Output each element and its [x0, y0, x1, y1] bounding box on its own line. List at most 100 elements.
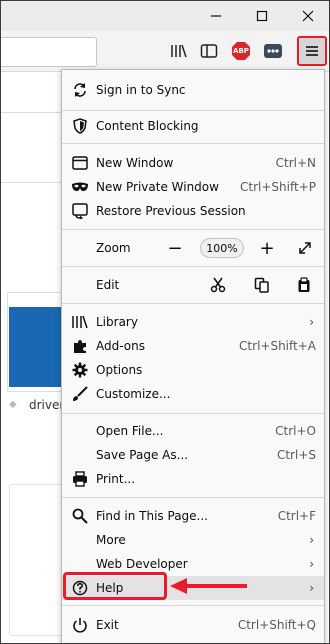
menu-item-edit: Edit [62, 273, 324, 297]
shortcut: Ctrl+F [277, 509, 316, 523]
tile-thumbnail [9, 307, 61, 387]
library-icon [171, 44, 187, 58]
chevron-right-icon: › [309, 533, 314, 547]
menu-label: Library [96, 315, 138, 329]
menu-item-open-file[interactable]: Open File... Ctrl+O [62, 419, 324, 443]
menu-item-more[interactable]: More › [62, 528, 324, 552]
menu-item-print[interactable]: Print... [62, 467, 324, 491]
shortcut: Ctrl+Shift+P [240, 180, 316, 194]
maximize-icon [256, 10, 268, 22]
zoom-reset-button[interactable]: 100% [200, 238, 244, 258]
menu-label: Customize... [96, 387, 171, 401]
menu-label: Add-ons [96, 339, 145, 353]
library-icon [70, 312, 90, 332]
fullscreen-button[interactable] [294, 237, 316, 259]
chevron-right-icon: › [309, 315, 314, 329]
copy-icon [254, 277, 269, 293]
menu-label: New Window [96, 156, 174, 170]
minimize-icon [211, 15, 221, 17]
menu-label: Open File... [96, 424, 164, 438]
menu-label: More [96, 533, 126, 547]
menu-item-library[interactable]: Library › [62, 310, 324, 334]
menu-label: Zoom [96, 241, 131, 255]
menu-item-find[interactable]: Find in This Page... Ctrl+F [62, 504, 324, 528]
menu-label: Options [96, 363, 143, 377]
menu-label: Save Page As... [96, 448, 189, 462]
sidebar-icon [200, 44, 218, 58]
fullscreen-icon [299, 242, 311, 254]
private-mask-icon [70, 177, 90, 197]
menu-label: Edit [96, 278, 120, 292]
menu-label: Restore Previous Session [96, 204, 246, 218]
cut-button[interactable] [208, 275, 228, 295]
url-bar[interactable] [1, 37, 97, 67]
menu-separator [62, 413, 324, 414]
annotation-arrow-left [170, 578, 247, 594]
menu-label: Web Developer [96, 557, 188, 571]
menu-separator [62, 143, 324, 144]
menu-separator [62, 229, 324, 230]
maximize-button[interactable] [239, 1, 285, 31]
scissors-icon [210, 277, 226, 293]
app-menu-panel: Sign in to Sync Content Blocking New Win… [61, 69, 325, 643]
adblock-button[interactable]: ABP [229, 39, 253, 63]
zoom-in-button[interactable]: + [256, 237, 278, 259]
menu-separator [62, 605, 324, 606]
menu-label: Sign in to Sync [96, 83, 186, 97]
sync-icon [70, 80, 90, 100]
menu-item-restore-session[interactable]: Restore Previous Session [62, 199, 324, 223]
title-bar [1, 1, 329, 31]
menu-item-new-private-window[interactable]: New Private Window Ctrl+Shift+P [62, 175, 324, 199]
menu-separator [62, 110, 324, 111]
top-site-tile[interactable] [7, 292, 63, 392]
zoom-out-button[interactable]: − [164, 237, 186, 259]
nav-toolbar: ABP [1, 31, 329, 72]
divider [1, 182, 61, 183]
chevron-right-icon: › [309, 581, 314, 595]
menu-item-options[interactable]: Options [62, 358, 324, 382]
shortcut: Ctrl+N [275, 156, 316, 170]
menu-item-customize[interactable]: Customize... [62, 382, 324, 406]
menu-label: Content Blocking [96, 119, 199, 133]
menu-item-sign-in[interactable]: Sign in to Sync [62, 78, 324, 102]
menu-label: Print... [96, 472, 136, 486]
minimize-button[interactable] [193, 1, 239, 31]
shortcut: Ctrl+S [276, 448, 316, 462]
menu-item-content-blocking[interactable]: Content Blocking [62, 114, 324, 138]
menu-item-addons[interactable]: Add-ons Ctrl+Shift+A [62, 334, 324, 358]
extension-button[interactable] [261, 39, 285, 63]
sidebar-button[interactable] [197, 39, 221, 63]
gear-icon [70, 360, 90, 380]
copy-button[interactable] [252, 275, 272, 295]
paste-button[interactable] [294, 275, 314, 295]
menu-label: New Private Window [96, 180, 219, 194]
menu-item-new-window[interactable]: New Window Ctrl+N [62, 151, 324, 175]
divider [1, 112, 61, 113]
close-button[interactable] [285, 1, 329, 31]
adblock-label: ABP [233, 47, 249, 55]
new-window-icon [70, 153, 90, 173]
help-highlight-box [63, 572, 167, 600]
pin-icon: ◆ [9, 399, 17, 410]
search-icon [70, 506, 90, 526]
restore-session-icon [70, 201, 90, 221]
menu-label: Find in This Page... [96, 509, 208, 523]
menu-item-save-page[interactable]: Save Page As... Ctrl+S [62, 443, 324, 467]
paintbrush-icon [70, 384, 90, 404]
printer-icon [70, 469, 90, 489]
shield-icon [70, 116, 90, 136]
menu-separator [62, 497, 324, 498]
more-dots-icon [264, 44, 282, 58]
shortcut: Ctrl+Shift+Q [237, 618, 316, 632]
menu-item-exit[interactable]: Exit Ctrl+Shift+Q [62, 613, 324, 637]
chevron-right-icon: › [309, 557, 314, 571]
library-button[interactable] [167, 39, 191, 63]
browser-window: ABP ◆ drivere Sign in to Sync Content Bl… [0, 0, 330, 644]
open-menu-button[interactable] [297, 36, 327, 66]
power-icon [70, 615, 90, 635]
menu-separator [62, 266, 324, 267]
hamburger-icon [306, 46, 318, 56]
puzzle-icon [70, 336, 90, 356]
menu-item-zoom: Zoom − 100% + [62, 236, 324, 260]
clipboard-icon [298, 277, 310, 292]
